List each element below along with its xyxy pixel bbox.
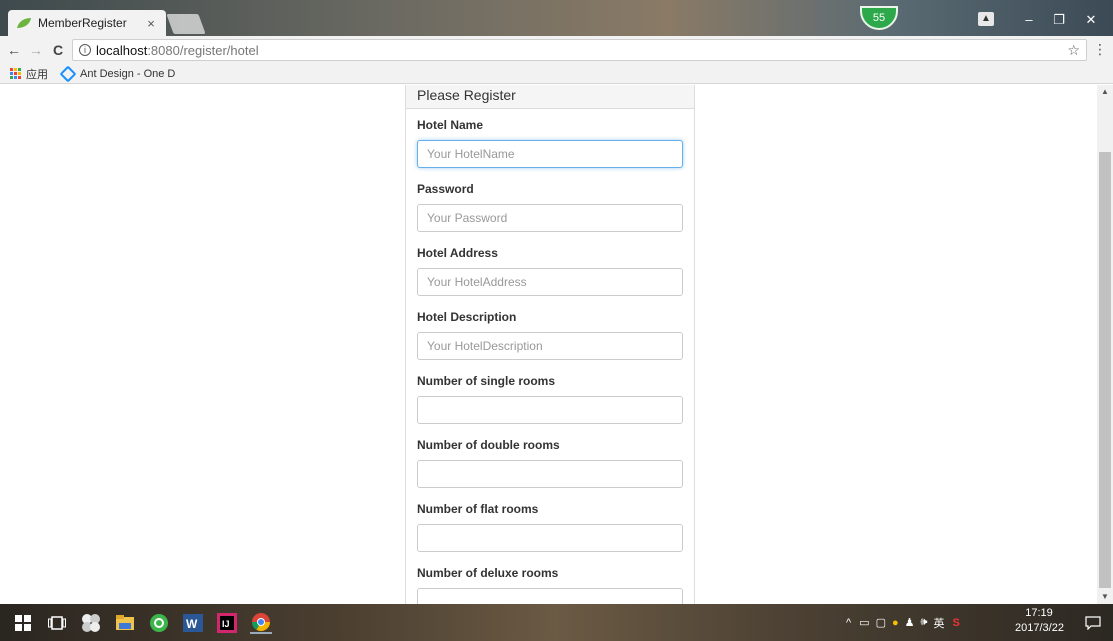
clock-time: 17:19 (1025, 607, 1053, 619)
url-host: localhost (96, 42, 148, 58)
close-window-button[interactable]: ✕ (1076, 10, 1106, 30)
system-tray: ^ ▭ ▢ ● ♟ 🕪 英 S (846, 604, 960, 641)
user-profile-icon[interactable]: ▲ (978, 12, 994, 26)
field-password: Password (417, 182, 683, 232)
bookmark-star-icon[interactable]: ☆ (1067, 42, 1080, 59)
hotel-address-input[interactable] (417, 268, 683, 296)
word-icon[interactable]: W (182, 612, 204, 634)
double-rooms-label: Number of double rooms (417, 438, 560, 452)
field-hotel-name: Hotel Name (417, 118, 683, 168)
spring-leaf-icon (17, 18, 31, 28)
qq-penguin-icon[interactable]: ♟ (905, 616, 915, 629)
action-center-icon[interactable] (1082, 612, 1104, 634)
deluxe-rooms-input[interactable] (417, 588, 683, 604)
field-deluxe-rooms: Number of deluxe rooms (417, 566, 683, 604)
site-info-icon[interactable]: i (79, 44, 91, 56)
clock-date: 2017/3/22 (1015, 622, 1064, 634)
hotel-name-label: Hotel Name (417, 118, 484, 132)
flat-rooms-input[interactable] (417, 524, 683, 552)
page-viewport: Please Register Hotel Name Password Hote… (0, 85, 1097, 604)
register-form: Hotel Name Password Hotel Address Hotel … (406, 109, 694, 604)
flat-rooms-label: Number of flat rooms (417, 502, 539, 516)
minimize-button[interactable]: – (1014, 10, 1044, 30)
tab-memberregister[interactable]: MemberRegister × (8, 10, 166, 36)
tray-app-yellow-icon[interactable]: ● (892, 617, 899, 629)
address-bar[interactable]: i localhost:8080/register/hotel ☆ (72, 39, 1087, 61)
intellij-idea-icon[interactable]: IJ (216, 612, 238, 634)
svg-text:IJ: IJ (222, 619, 230, 629)
hotel-description-input[interactable] (417, 332, 683, 360)
task-view-icon[interactable] (46, 612, 68, 634)
field-hotel-address: Hotel Address (417, 246, 683, 296)
browser-menu-icon[interactable]: ⋮ (1093, 41, 1107, 58)
single-rooms-label: Number of single rooms (417, 374, 556, 388)
chrome-icon[interactable] (250, 612, 272, 634)
browser-toolbar: ← → C i localhost:8080/register/hotel ☆ (0, 36, 1113, 64)
windows-taskbar: W IJ ^ ▭ ▢ ● ♟ 🕪 英 S 17:19 2017/3/22 (0, 604, 1113, 641)
browser-titlebar: MemberRegister × 55 ▲ – ❐ ✕ (0, 0, 1113, 36)
panel-heading: Please Register (406, 85, 694, 109)
network-icon[interactable]: ▢ (876, 616, 886, 629)
bookmark-apps-label: 应用 (26, 68, 48, 81)
tab-close-icon[interactable]: × (144, 16, 158, 31)
apps-grid-icon (10, 67, 22, 80)
deluxe-rooms-label: Number of deluxe rooms (417, 566, 559, 580)
reload-button[interactable]: C (50, 42, 66, 58)
tray-expand-icon[interactable]: ^ (846, 617, 851, 629)
single-rooms-input[interactable] (417, 396, 683, 424)
hotel-name-input[interactable] (417, 140, 683, 168)
tab-title: MemberRegister (38, 16, 127, 30)
notification-badge[interactable]: 55 (860, 6, 898, 30)
ime-indicator[interactable]: 英 (933, 615, 944, 631)
battery-icon[interactable]: ▭ (859, 616, 869, 629)
field-double-rooms: Number of double rooms (417, 438, 683, 488)
new-tab-button[interactable] (166, 14, 206, 34)
field-flat-rooms: Number of flat rooms (417, 502, 683, 552)
url-path: :8080/register/hotel (147, 42, 259, 58)
ant-design-icon (59, 65, 77, 82)
system-clock[interactable]: 17:19 2017/3/22 (1015, 606, 1064, 636)
register-panel: Please Register Hotel Name Password Hote… (405, 85, 695, 604)
hotel-description-label: Hotel Description (417, 310, 517, 324)
sogou-input-icon[interactable]: S (952, 617, 959, 629)
field-hotel-description: Hotel Description (417, 310, 683, 360)
bookmark-ant-design[interactable]: Ant Design - One D (58, 65, 176, 82)
password-input[interactable] (417, 204, 683, 232)
hotel-address-label: Hotel Address (417, 246, 498, 260)
scrollbar-thumb[interactable] (1099, 152, 1111, 588)
scroll-up-arrow-icon[interactable]: ▲ (1097, 85, 1113, 99)
bookmark-apps[interactable]: 应用 (10, 66, 48, 82)
back-button[interactable]: ← (6, 42, 22, 58)
pinwheel-app-icon[interactable] (80, 612, 102, 634)
start-windows-icon[interactable] (12, 612, 34, 634)
double-rooms-input[interactable] (417, 460, 683, 488)
field-single-rooms: Number of single rooms (417, 374, 683, 424)
file-explorer-icon[interactable] (114, 612, 136, 634)
volume-icon[interactable]: 🕪 (921, 616, 928, 629)
forward-button[interactable]: → (28, 42, 44, 58)
bookmarks-bar: 应用 Ant Design - One D (0, 64, 1113, 84)
page-scrollbar[interactable]: ▲ ▼ (1097, 85, 1113, 604)
restore-button[interactable]: ❐ (1044, 10, 1074, 30)
browser-360-icon[interactable] (148, 612, 170, 634)
svg-text:W: W (186, 617, 198, 631)
scroll-down-arrow-icon[interactable]: ▼ (1097, 590, 1113, 604)
password-label: Password (417, 182, 474, 196)
bookmark-ant-label: Ant Design - One D (80, 67, 176, 80)
